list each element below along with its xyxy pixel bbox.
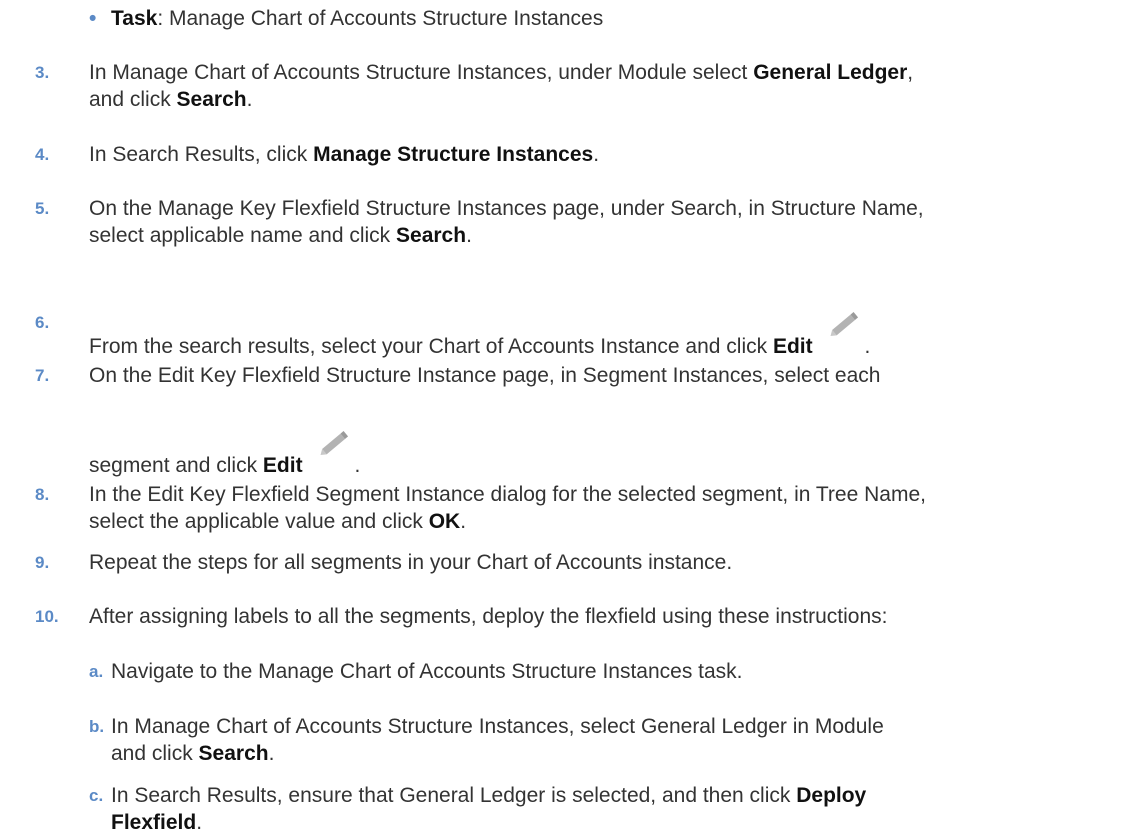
step-number: 8.	[35, 485, 50, 504]
step-number: 3.	[35, 63, 50, 82]
step-number: 6.	[35, 313, 50, 332]
substep-text: In Search Results, ensure that General L…	[111, 784, 867, 834]
substep-letter: b.	[89, 717, 105, 736]
document-page: • Task: Manage Chart of Accounts Structu…	[0, 0, 1132, 834]
substep-text: Navigate to the Manage Chart of Accounts…	[111, 660, 743, 683]
substep-letter: a.	[89, 662, 104, 681]
task-text: Task: Manage Chart of Accounts Structure…	[111, 7, 604, 30]
step-text: Repeat the steps for all segments in you…	[89, 551, 733, 574]
step-number: 7.	[35, 366, 50, 385]
bullet-marker: •	[89, 7, 97, 30]
substep-text: In Manage Chart of Accounts Structure In…	[111, 715, 884, 765]
step-number: 4.	[35, 145, 50, 164]
pencil-icon	[320, 431, 349, 455]
step-text: On the Edit Key Flexfield Structure Inst…	[89, 364, 881, 387]
pencil-icon	[831, 312, 859, 336]
substep-letter: c.	[89, 786, 104, 805]
step-text: From the search results, select your Cha…	[89, 309, 1102, 360]
step-text: In the Edit Key Flexfield Segment Instan…	[89, 483, 926, 533]
step-number: 10.	[35, 607, 59, 626]
step-text: In Manage Chart of Accounts Structure In…	[89, 61, 914, 111]
step-text: On the Manage Key Flexfield Structure In…	[89, 197, 924, 247]
step-text: In Search Results, click Manage Structur…	[89, 143, 600, 166]
step-number: 9.	[35, 553, 50, 572]
step-text: segment and click Edit .	[89, 428, 1102, 479]
step-number: 5.	[35, 199, 50, 218]
step-text: After assigning labels to all the segmen…	[89, 605, 888, 628]
